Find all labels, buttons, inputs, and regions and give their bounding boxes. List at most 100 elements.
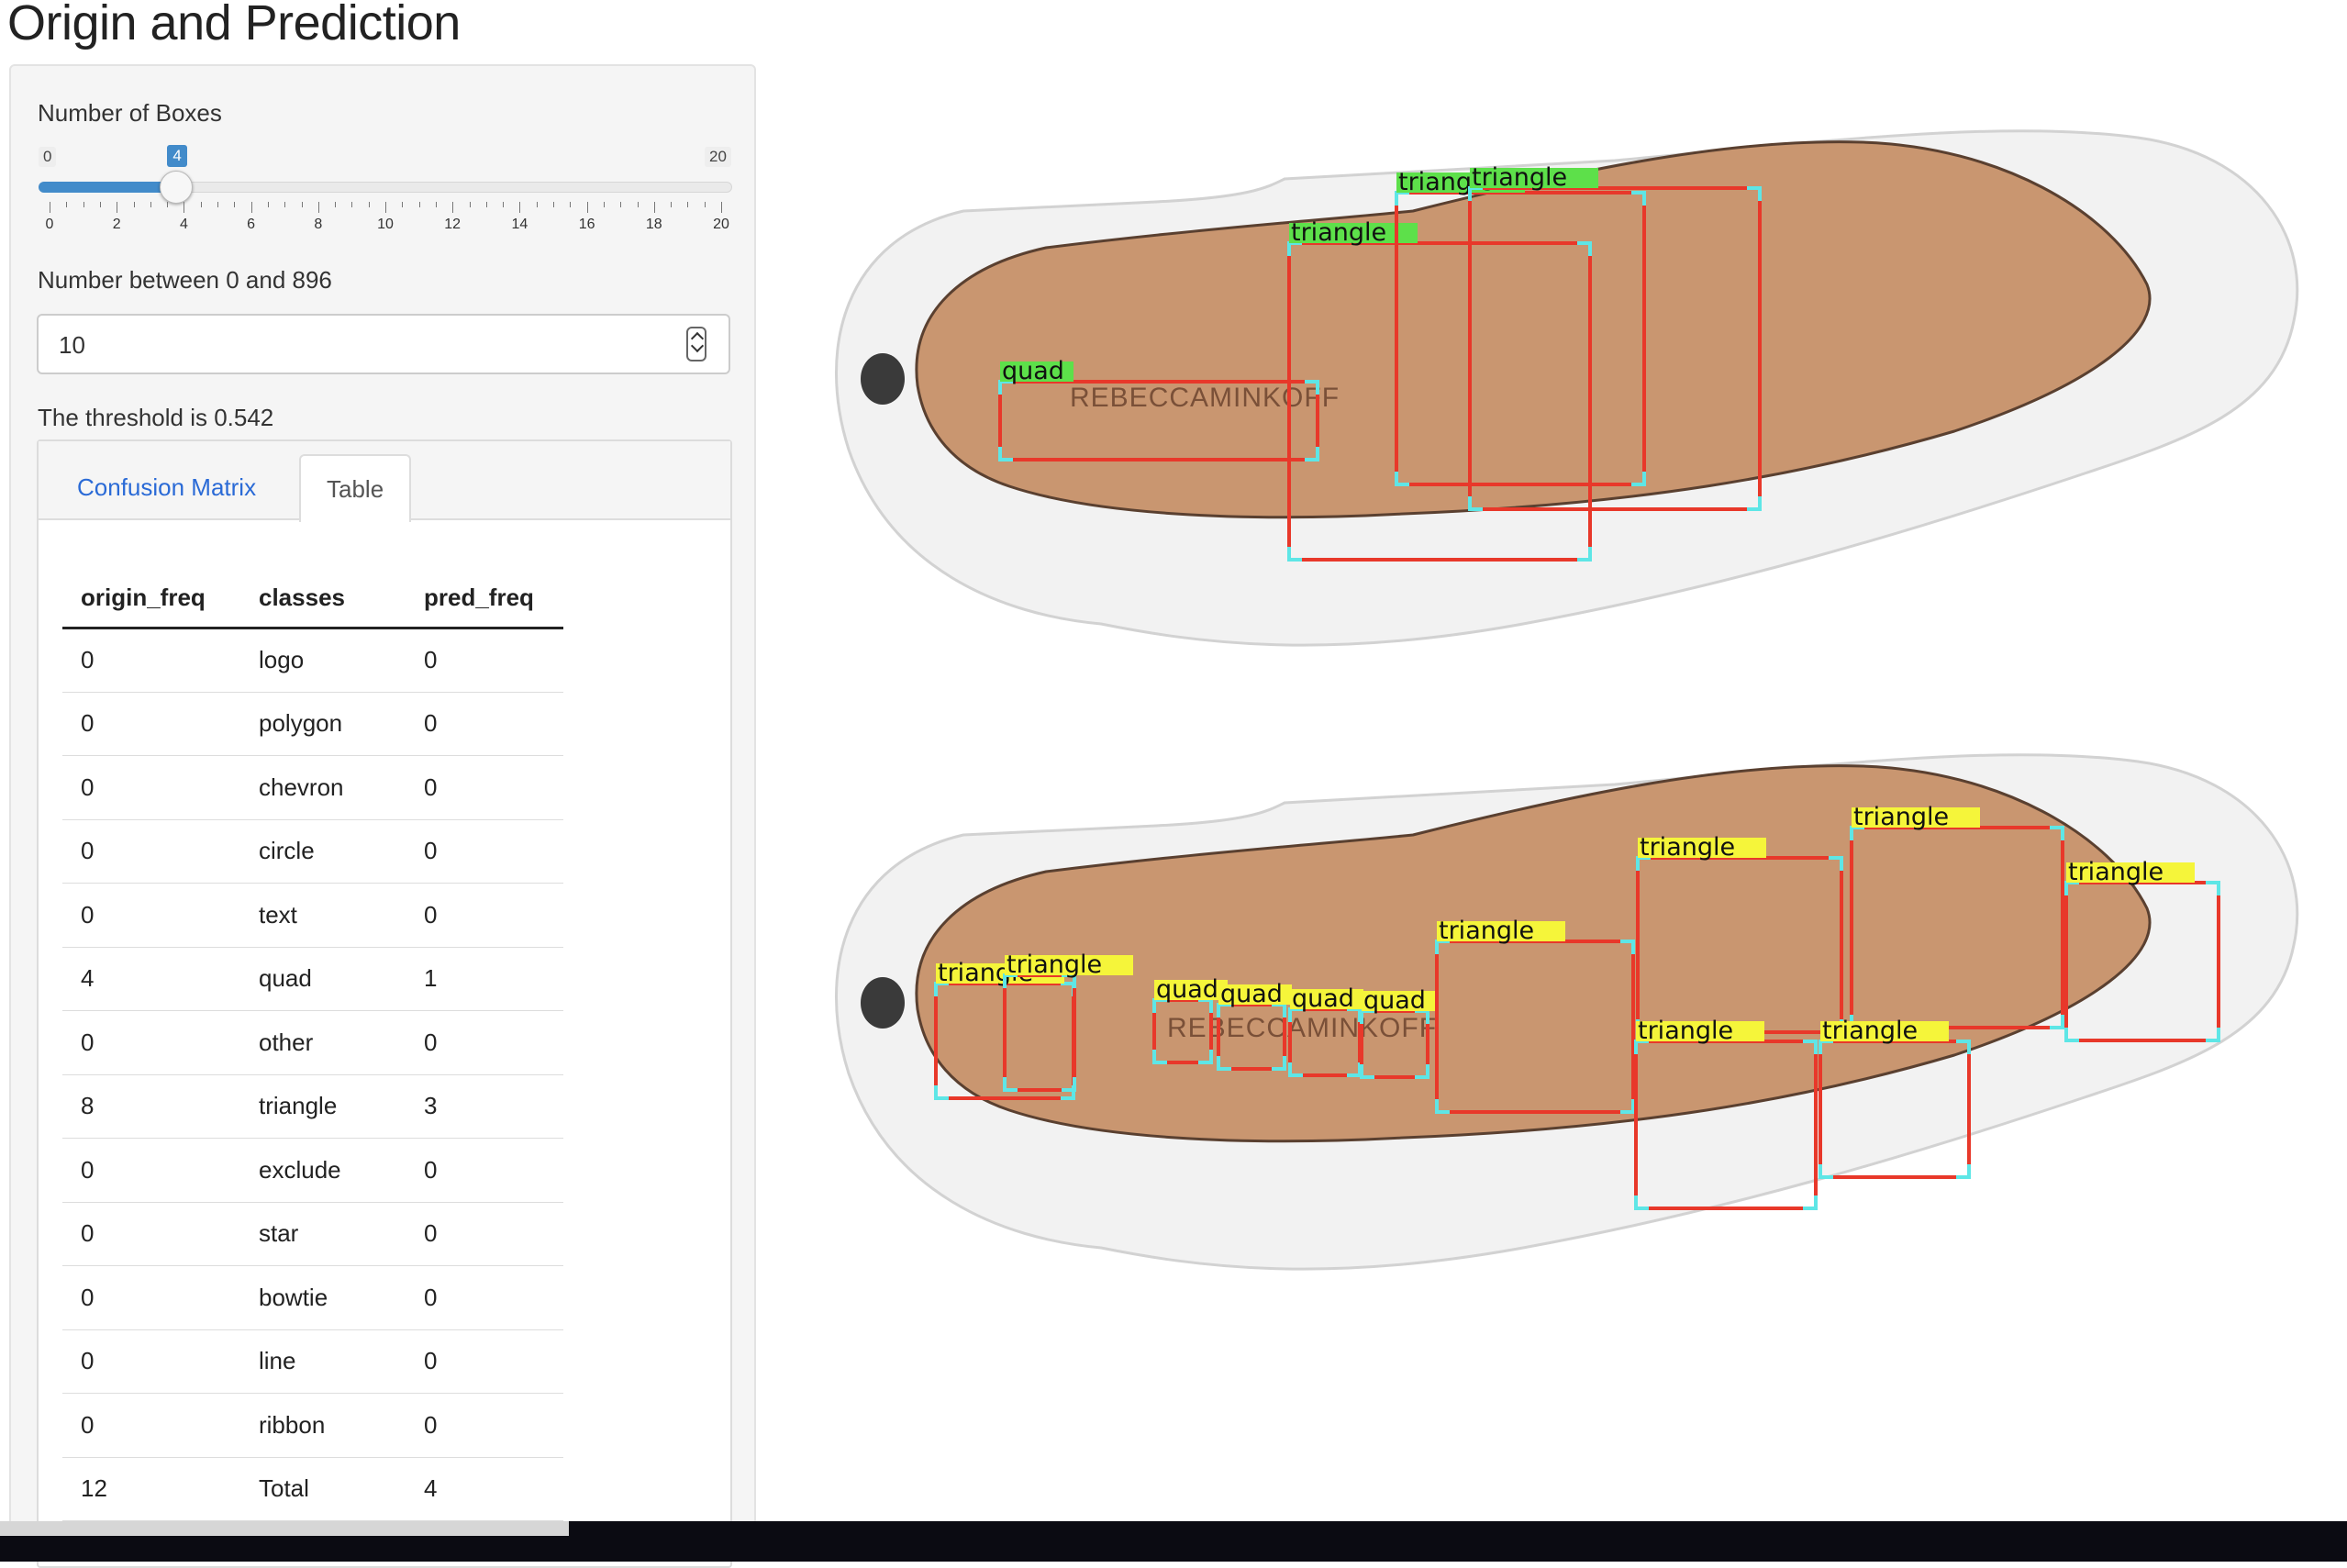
pred-freq-cell: 3 [406,1074,563,1139]
table-row: 0 other 0 [62,1010,563,1075]
slider-tick [200,202,202,207]
table-row: 0 ribbon 0 [62,1393,563,1458]
column-header-classes: classes [240,568,406,629]
slider-tick [351,202,353,207]
table-row: 0 text 0 [62,883,563,948]
class-cell: logo [240,628,406,693]
window-edge [0,1521,569,1536]
slider-tick [250,202,252,213]
table-row: 0 logo 0 [62,628,563,693]
sidebar-panel: Number of Boxes 0 20 4 0 2 4 6 8 10 12 14 16 18 20… [9,64,756,1568]
slider-tick-label: 14 [511,217,528,232]
slider-tick-label: 0 [45,217,54,232]
origin-freq-cell: 0 [62,1265,240,1330]
slider-tick [150,202,151,207]
prediction-image: REBECCAMINKOFF [834,753,2299,1271]
tab-confusion-matrix[interactable]: Confusion Matrix [51,454,282,520]
pred-freq-cell: 0 [406,1265,563,1330]
box-label: triangle [1472,163,1567,192]
box-label: quad [1220,980,1283,1008]
slider-tick-label: 16 [578,217,595,232]
page-title: Origin and Prediction [7,0,461,50]
slider-tick [402,202,404,207]
box-label: triangle [1439,917,1534,945]
pred-freq-cell: 0 [406,819,563,884]
pred-freq-cell: 0 [406,692,563,756]
detection-preview: REBECCAMINKOFF REBECCAMINKOFF quad triang… [834,129,2299,1271]
box-label: quad [1292,984,1354,1013]
origin-freq-cell: 0 [62,819,240,884]
tab-table[interactable]: Table [299,454,412,522]
slider-tick [418,202,420,207]
box-label: quad [1363,986,1426,1015]
slider-tick [519,202,521,213]
pred-freq-cell: 0 [406,883,563,948]
slider-tick [687,202,689,207]
table-row: 0 polygon 0 [62,692,563,756]
pred-freq-cell: 4 [406,1457,563,1521]
box-label: triangle [1640,833,1735,862]
box-label: triangle [1291,218,1386,247]
slider-tick [469,202,471,207]
pred-freq-cell: 0 [406,628,563,693]
slider-tick [368,202,370,207]
pred-freq-cell: 1 [406,947,563,1011]
class-cell: triangle [240,1074,406,1139]
class-cell: circle [240,819,406,884]
slider-tick [234,202,236,207]
slider-tick [586,202,588,213]
slider-tick [603,202,605,207]
class-cell: text [240,883,406,948]
boxes-label: Number of Boxes [38,99,222,127]
slider-tick [99,202,101,207]
slider-tick-label: 18 [645,217,662,232]
slider-tick [335,202,337,207]
heel-tip-bottom [861,977,905,1029]
frequency-table: origin_freq classes pred_freq 0 logo 0 0 pol… [62,568,563,1521]
origin-freq-cell: 0 [62,692,240,756]
slider-tick [570,202,572,207]
pred-freq-cell: 0 [406,1138,563,1203]
slider-tick [637,202,639,207]
number-input-value: 10 [59,331,85,359]
class-cell: other [240,1010,406,1075]
table-total-row: 12 Total 4 [62,1457,563,1521]
table-header-row: origin_freq classes pred_freq [62,568,563,629]
class-cell: exclude [240,1138,406,1203]
box-label: triangle [1007,951,1102,979]
table-row: 0 chevron 0 [62,755,563,820]
origin-freq-cell: 0 [62,1010,240,1075]
number-stepper[interactable] [686,327,706,361]
threshold-text: The threshold is 0.542 [38,404,274,431]
table-row: 0 circle 0 [62,819,563,884]
slider-value-badge: 4 [167,145,187,167]
class-cell: ribbon [240,1393,406,1458]
origin-freq-cell: 0 [62,883,240,948]
number-label: Number between 0 and 896 [38,266,332,294]
slider-tick [653,202,655,213]
origin-freq-cell: 0 [62,1202,240,1266]
slider-tick [167,202,169,207]
heel-tip-top [861,353,905,405]
tab-panel: Confusion Matrix Table origin_freq class… [37,439,732,1568]
slider-tick [536,202,538,207]
slider-tick [301,202,303,207]
class-cell: Total [240,1457,406,1521]
class-cell: chevron [240,755,406,820]
slider-tick-label: 2 [112,217,121,232]
slider-tick [83,202,84,207]
slider-tick [553,202,554,207]
sole-brand-top: REBECCAMINKOFF [1070,383,1340,413]
table-row: 0 line 0 [62,1329,563,1394]
slider-tick-label: 4 [179,217,188,232]
origin-freq-cell: 4 [62,947,240,1011]
slider-tick-label: 8 [314,217,323,232]
boxes-slider-handle[interactable] [160,171,194,204]
desktop-strip [0,1521,2347,1562]
box-label: triangle [1822,1017,1918,1045]
sole-brand-bottom: REBECCAMINKOFF [1167,1013,1437,1043]
class-cell: line [240,1329,406,1394]
slider-tick [671,202,673,207]
number-input[interactable]: 10 [37,314,730,374]
table-row: 0 exclude 0 [62,1138,563,1203]
